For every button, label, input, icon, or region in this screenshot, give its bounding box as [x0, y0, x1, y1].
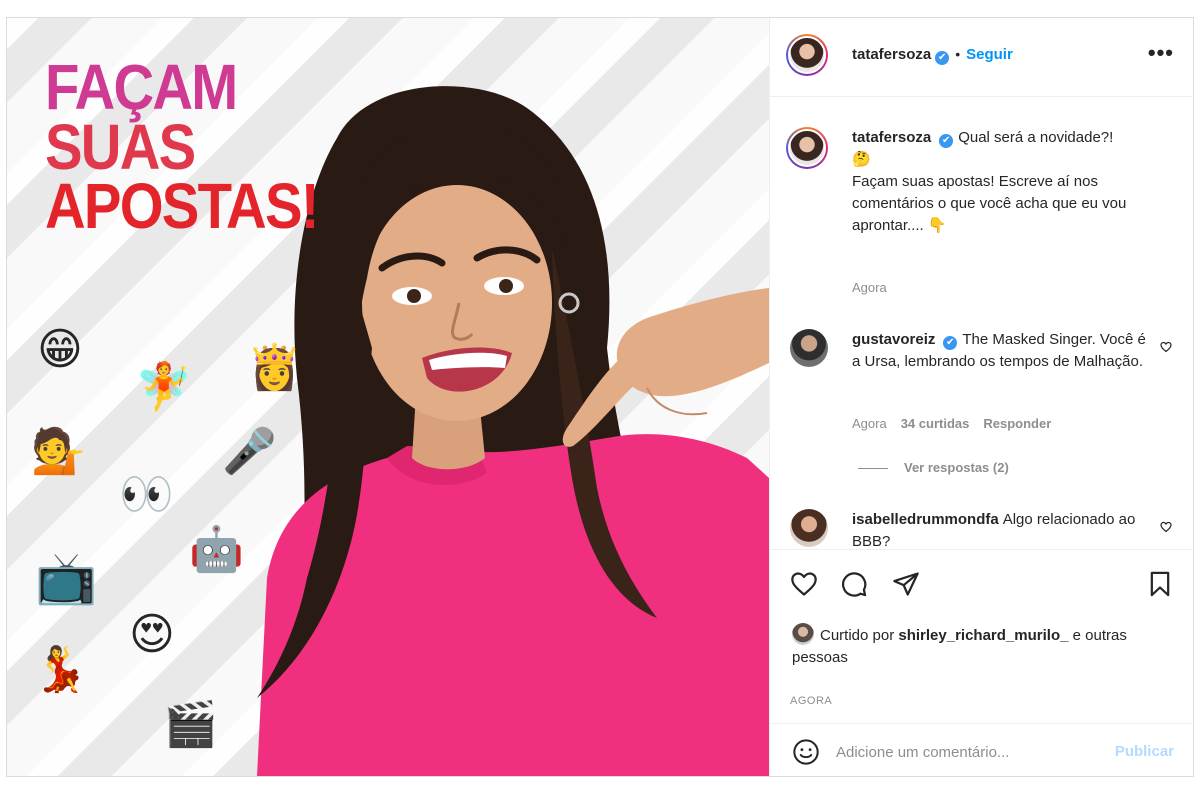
view-replies-button[interactable]: Ver respostas (2) [858, 460, 1009, 475]
verified-badge-icon: ✔ [943, 336, 958, 350]
separator-dot: • [955, 46, 961, 62]
comments-list[interactable]: tatafersoza ✔ Qual será a novidade?! 🤔 Faç… [770, 97, 1194, 549]
woman-tipping-hand-emoji: 💁 [31, 426, 86, 477]
grinning-face-emoji: 😁 [37, 324, 83, 375]
comment-likes[interactable]: 34 curtidas [901, 416, 970, 431]
save-bookmark-icon[interactable] [1146, 570, 1174, 598]
television-emoji: 📺 [35, 549, 98, 607]
princess-emoji: 👸 [247, 342, 302, 393]
robot-emoji: 🤖 [189, 524, 244, 575]
caption-username[interactable]: tatafersoza [852, 129, 931, 146]
caption-line-1: Qual será a novidade?! [958, 129, 1114, 146]
follow-button[interactable]: Seguir [966, 46, 1013, 63]
commenter-username[interactable]: isabelledrummondfa [852, 511, 999, 528]
dancer-emoji: 💃 [33, 644, 88, 695]
caption-text: tatafersoza ✔ Qual será a novidade?! 🤔 Faç… [852, 127, 1152, 237]
like-comment-heart-icon[interactable] [1160, 521, 1172, 533]
eyes-emoji: 👀 [119, 469, 174, 520]
verified-badge-icon: ✔ [939, 134, 954, 148]
headline-line-2: SUAS [45, 110, 196, 183]
author-line: tatafersoza ✔ • Seguir [852, 46, 1013, 65]
more-options-icon[interactable]: ••• [1148, 40, 1174, 66]
headline-text: FAÇAM SUAS APOSTAS! [45, 51, 320, 243]
post-timestamp[interactable]: AGORA [790, 695, 832, 707]
replies-divider [858, 468, 888, 470]
view-replies-label: Ver respostas (2) [904, 460, 1009, 475]
headline-line-1: FAÇAM [45, 51, 238, 123]
commenter-username[interactable]: gustavoreiz [852, 331, 935, 348]
like-heart-icon[interactable] [790, 570, 818, 598]
post-actions: Curtido por shirley_richard_murilo_ e ou… [770, 549, 1194, 777]
add-comment-bar: Publicar [770, 723, 1194, 779]
liked-by-text: Curtido por shirley_richard_murilo_ e ou… [792, 623, 1132, 669]
microphone-emoji: 🎤 [222, 426, 277, 477]
comment-time: Agora [852, 416, 887, 431]
comment-bubble-icon[interactable] [840, 570, 868, 598]
comment-meta: Agora 34 curtidas Responder [852, 416, 1065, 431]
instagram-post-window: FAÇAM SUAS APOSTAS! 😁 🧚 👸 💁 🎤 👀 🤖 📺 😍 💃 … [6, 17, 1194, 777]
author-username[interactable]: tatafersoza [852, 46, 931, 63]
liked-by-user[interactable]: shirley_richard_murilo_ [898, 627, 1068, 644]
headline-line-3: APOSTAS! [45, 170, 320, 243]
comment-text: isabelledrummondfa Algo relacionado ao BB… [852, 509, 1152, 549]
thinking-face-emoji: 🤔 [852, 151, 871, 168]
post-image[interactable]: FAÇAM SUAS APOSTAS! 😁 🧚 👸 💁 🎤 👀 🤖 📺 😍 💃 … [7, 18, 769, 776]
post-header: tatafersoza ✔ • Seguir ••• [770, 18, 1194, 97]
commenter-avatar[interactable] [790, 509, 828, 547]
post-details-panel: tatafersoza ✔ • Seguir ••• tatafersoza ✔ Qual… [769, 18, 1194, 776]
publish-button[interactable]: Publicar [1115, 743, 1174, 760]
caption-meta: Agora [852, 280, 901, 295]
emoji-smiley-icon[interactable] [792, 738, 820, 766]
clapper-board-emoji: 🎬 [163, 699, 218, 750]
commenter-avatar[interactable] [790, 329, 828, 367]
caption-time: Agora [852, 280, 887, 295]
share-paper-plane-icon[interactable] [892, 570, 920, 598]
like-comment-heart-icon[interactable] [1160, 341, 1172, 353]
verified-badge-icon: ✔ [935, 51, 950, 65]
liked-by-prefix: Curtido por [820, 627, 895, 644]
liker-avatar[interactable] [792, 623, 814, 645]
comment-input[interactable] [836, 738, 1096, 766]
author-avatar[interactable] [786, 34, 828, 76]
comment-text: gustavoreiz ✔ The Masked Singer. Você é a … [852, 329, 1152, 373]
caption-author-avatar[interactable] [786, 127, 828, 169]
heart-eyes-emoji: 😍 [129, 609, 175, 660]
reply-button[interactable]: Responder [983, 416, 1051, 431]
fairy-emoji: 🧚 [135, 359, 193, 413]
caption-line-2: Façam suas apostas! Escreve aí nos comen… [852, 173, 1127, 234]
